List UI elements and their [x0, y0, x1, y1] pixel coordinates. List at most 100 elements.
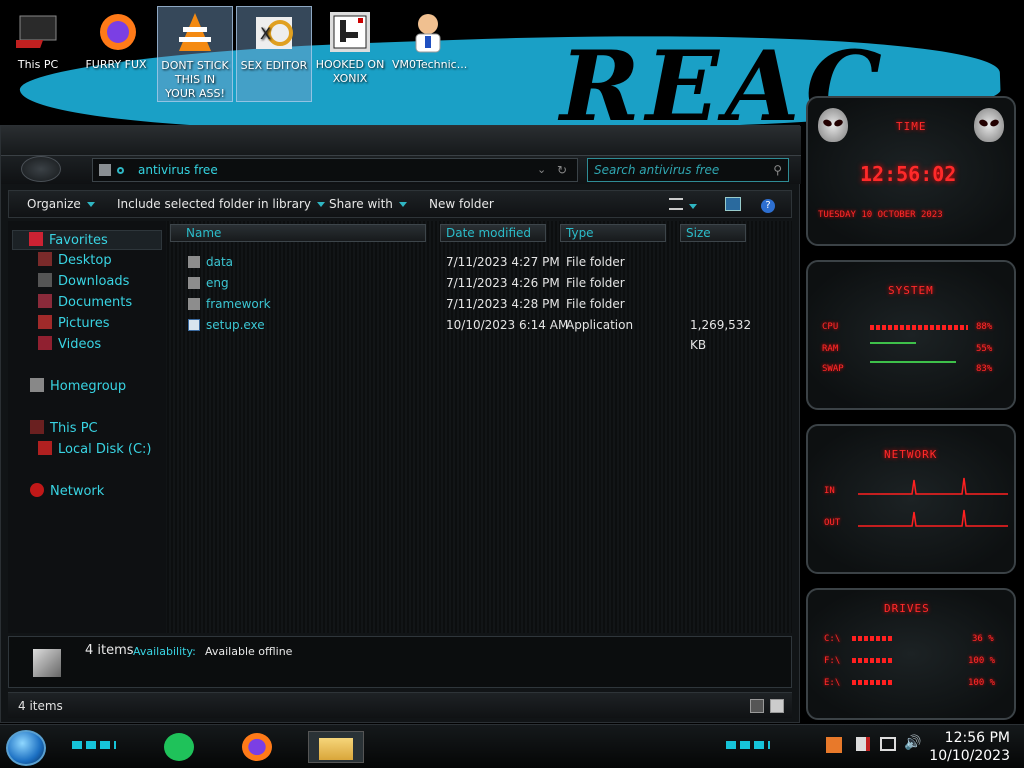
drives-gadget[interactable]: DRIVES C:\ 36 % F:\ 100 % E:\ 100 %	[806, 588, 1016, 720]
nav-pictures[interactable]: Pictures	[38, 314, 109, 334]
command-bar: Organize Include selected folder in libr…	[8, 190, 792, 218]
preview-pane-button[interactable]	[725, 191, 743, 217]
homegroup-icon	[30, 378, 44, 392]
nav-local-disk[interactable]: Local Disk (C:)	[38, 440, 151, 460]
nav-documents[interactable]: Documents	[38, 293, 132, 313]
drives-title: DRIVES	[884, 602, 930, 615]
nav-network[interactable]: Network	[30, 482, 104, 502]
volume-icon[interactable]: 🔊	[904, 735, 921, 751]
desktop-icon-label: This PC	[17, 58, 59, 71]
videos-icon	[38, 336, 52, 350]
nav-homegroup[interactable]: Homegroup	[30, 377, 126, 397]
system-gadget[interactable]: SYSTEM CPU 88% RAM 55% SWAP 83%	[806, 260, 1016, 410]
column-header-size[interactable]: Size	[680, 224, 746, 242]
ram-label: RAM	[822, 344, 839, 354]
desktop-icon-vm0technic[interactable]: VM0Technic...	[390, 6, 467, 102]
file-row[interactable]: eng 7/11/2023 4:26 PM File folder	[186, 273, 766, 293]
file-name: setup.exe	[206, 318, 265, 332]
column-header-date[interactable]: Date modified	[440, 224, 546, 242]
file-row[interactable]: framework 7/11/2023 4:28 PM File folder	[186, 294, 766, 314]
share-with-button[interactable]: Share with	[329, 191, 407, 217]
search-placeholder: Search antivirus free	[594, 163, 720, 177]
nav-label: Homegroup	[50, 379, 127, 394]
help-button[interactable]: ?	[761, 191, 779, 217]
address-bar[interactable]: antivirus free ⌄ ↻	[92, 158, 578, 182]
nav-this-pc[interactable]: This PC	[30, 419, 98, 439]
desktop-icon-hooked-on-xonix[interactable]: HOOKED ON XONIX	[312, 6, 388, 102]
taskbar-firefox[interactable]	[238, 731, 278, 763]
help-icon: ?	[761, 199, 775, 213]
file-date: 10/10/2023 6:14 AM	[446, 318, 569, 332]
nav-desktop[interactable]: Desktop	[38, 251, 112, 271]
back-button[interactable]	[21, 156, 61, 182]
desktop-icon-dont-stick[interactable]: DONT STICK THIS IN YOUR ASS!	[157, 6, 233, 102]
folder-icon	[99, 164, 111, 176]
nav-label: Local Disk (C:)	[58, 442, 152, 457]
drive-f-label: F:\	[824, 656, 841, 666]
file-row[interactable]: data 7/11/2023 4:27 PM File folder	[186, 252, 766, 272]
editor-icon: X	[252, 11, 296, 55]
organize-button[interactable]: Organize	[27, 191, 95, 217]
time-gadget[interactable]: TIME 12:56:02 TUESDAY 10 OCTOBER 2023	[806, 96, 1016, 246]
system-title: SYSTEM	[888, 284, 934, 297]
drive-c-bar	[852, 636, 892, 641]
desktop-icon-furry-fux[interactable]: FURRY FUX	[78, 6, 154, 102]
game-icon	[328, 10, 372, 54]
view-options-button[interactable]	[669, 191, 705, 217]
refresh-icon[interactable]: ↻	[557, 159, 567, 181]
column-header-name[interactable]: Name	[170, 224, 426, 242]
alien-logo-icon	[818, 108, 848, 142]
file-date: 7/11/2023 4:27 PM	[446, 255, 560, 269]
time-title: TIME	[896, 120, 927, 133]
network-in-graph	[858, 477, 1008, 495]
share-with-label: Share with	[329, 197, 393, 211]
action-center-flag-icon[interactable]	[856, 737, 870, 751]
chevron-down-icon	[689, 204, 697, 209]
folder-icon	[188, 298, 200, 310]
desktop-icon-this-pc[interactable]: This PC	[0, 6, 76, 102]
drive-e-label: E:\	[824, 678, 841, 688]
technician-icon	[406, 10, 450, 54]
computer-icon	[30, 420, 44, 434]
window-title-bar[interactable]	[1, 126, 801, 156]
nav-videos[interactable]: Videos	[38, 335, 101, 355]
nav-downloads[interactable]: Downloads	[38, 272, 129, 292]
tray-app-icon[interactable]	[826, 737, 842, 753]
drive-c-value: 36 %	[972, 634, 994, 644]
pictures-icon	[38, 315, 52, 329]
network-in-label: IN	[824, 486, 835, 496]
large-icons-view-icon[interactable]	[770, 699, 784, 713]
drive-c-label: C:\	[824, 634, 841, 644]
widget-panel: TIME 12:56:02 TUESDAY 10 OCTOBER 2023 SY…	[800, 90, 1024, 724]
taskbar-notes-app[interactable]	[160, 731, 200, 763]
new-folder-label: New folder	[429, 197, 494, 211]
drive-e-bar	[852, 680, 892, 685]
details-view-icon[interactable]	[750, 699, 764, 713]
taskbar-clock[interactable]: 12:56 PM 10/10/2023	[929, 729, 1010, 765]
desktop-icon-label: DONT STICK THIS IN YOUR ASS!	[161, 59, 229, 100]
status-item-count: 4 items	[18, 699, 63, 713]
cpu-label: CPU	[822, 322, 839, 332]
desktop-icon-sex-editor[interactable]: X SEX EDITOR	[236, 6, 312, 102]
include-library-label: Include selected folder in library	[117, 197, 311, 211]
status-bar: 4 items	[8, 692, 792, 718]
folder-icon	[188, 256, 200, 268]
start-button[interactable]	[6, 730, 46, 766]
chevron-down-icon[interactable]: ⌄	[537, 159, 546, 181]
vlc-icon	[173, 11, 217, 55]
file-row[interactable]: setup.exe 10/10/2023 6:14 AM Application…	[186, 315, 766, 352]
new-folder-button[interactable]: New folder	[429, 191, 494, 217]
file-type: File folder	[566, 297, 625, 311]
network-title: NETWORK	[884, 448, 938, 461]
desktop-icon-label: HOOKED ON XONIX	[315, 58, 385, 85]
computer-icon	[8, 10, 60, 54]
swap-label: SWAP	[822, 364, 844, 374]
search-input[interactable]: Search antivirus free ⚲	[587, 158, 789, 182]
taskbar-decoration	[726, 741, 770, 749]
network-gadget[interactable]: NETWORK IN OUT	[806, 424, 1016, 574]
include-in-library-button[interactable]: Include selected folder in library	[117, 191, 325, 217]
nav-favorites[interactable]: Favorites	[12, 230, 162, 250]
taskbar-file-explorer[interactable]	[308, 731, 364, 763]
network-tray-icon[interactable]	[880, 737, 896, 751]
column-header-type[interactable]: Type	[560, 224, 666, 242]
